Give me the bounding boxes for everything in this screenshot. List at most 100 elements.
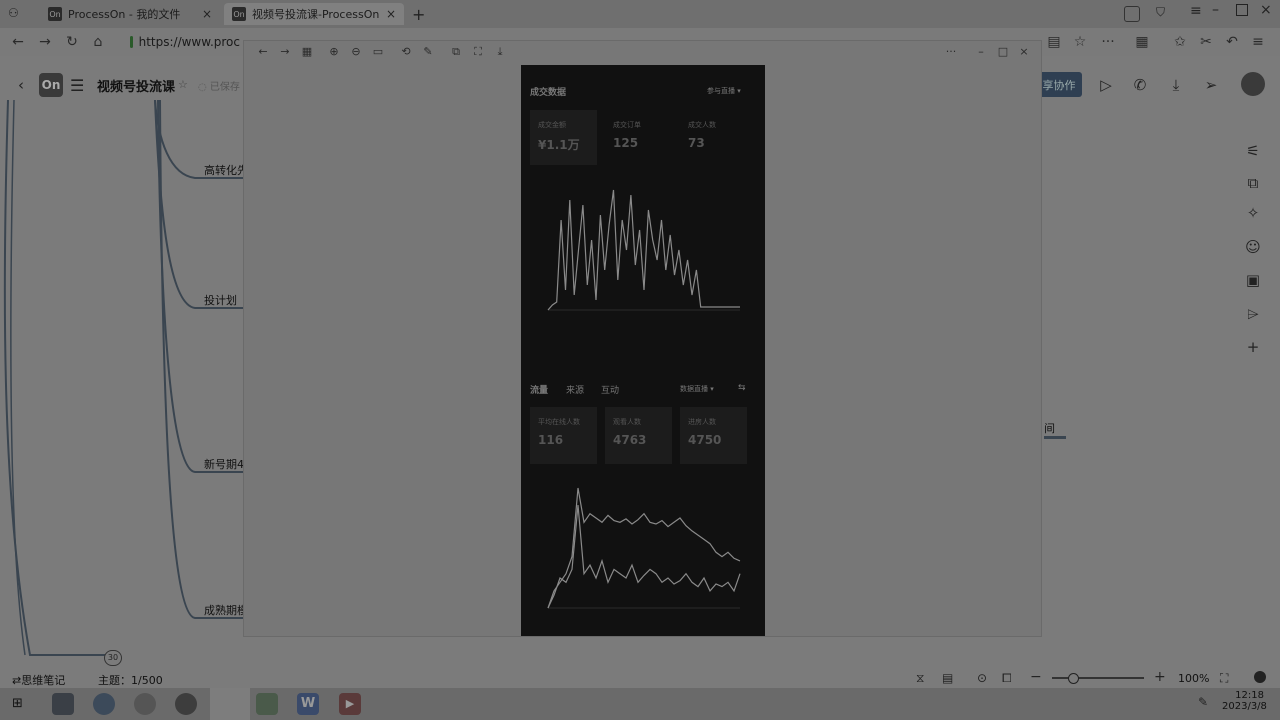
window-close-icon[interactable]: × <box>1260 2 1272 18</box>
zoom-out-button[interactable]: − <box>1030 669 1042 685</box>
tab-my-files[interactable]: On ProcessOn - 我的文件 × <box>40 3 220 25</box>
tab-traffic[interactable]: 流量 <box>530 383 548 396</box>
more-icon[interactable]: ··· <box>1100 34 1116 50</box>
taskbar-active-app[interactable] <box>210 688 250 720</box>
url-text: https://www.proc <box>138 35 240 49</box>
tag-icon[interactable]: ⌲ <box>1244 305 1262 323</box>
tab-interaction[interactable]: 互动 <box>601 383 619 396</box>
back-icon[interactable]: ← <box>10 34 26 50</box>
avatar[interactable] <box>1241 72 1265 96</box>
star-icon[interactable]: ☆ <box>178 78 188 91</box>
favorites-icon[interactable]: ✩ <box>1172 34 1188 50</box>
tab-current-doc[interactable]: On 视频号投流课-ProcessOn × <box>224 3 404 25</box>
apps-icon[interactable]: ▦ <box>1134 34 1150 50</box>
viewer-back-icon[interactable]: ← <box>256 45 270 59</box>
browser-menu-icon[interactable]: ≡ <box>1250 34 1266 50</box>
play-icon[interactable]: ▷ <box>1097 76 1115 94</box>
taskbar-app-icon[interactable] <box>256 693 278 715</box>
magic-icon[interactable]: ✧ <box>1244 204 1262 222</box>
collapsed-count-badge[interactable]: 30 <box>104 650 122 666</box>
collaborate-button[interactable]: 享协作 <box>1036 72 1082 97</box>
layout-icon[interactable]: ▤ <box>942 671 953 685</box>
shield-icon[interactable]: ⛉ <box>1156 5 1165 20</box>
mindmap-node[interactable]: 投计划 <box>204 292 237 308</box>
edit-icon[interactable]: ✎ <box>421 45 435 59</box>
traffic-filter[interactable]: 数据直播 ▾ <box>680 384 714 394</box>
bookmark-star-icon[interactable]: ☆ <box>1072 34 1088 50</box>
viewer-forward-icon[interactable]: → <box>278 45 292 59</box>
zoom-slider[interactable] <box>1052 677 1144 679</box>
stat-card: 平均在线人数 116 <box>530 407 597 464</box>
forward-icon[interactable]: → <box>37 34 53 50</box>
video-player-icon[interactable]: ▶ <box>339 693 361 715</box>
mode-switch[interactable]: ⇄思维笔记 <box>12 672 65 688</box>
hamburger-icon[interactable]: ☰ <box>70 76 84 95</box>
style-icon[interactable]: ⚟ <box>1244 142 1262 160</box>
save-icon[interactable]: ⤓ <box>493 45 507 59</box>
pen-icon[interactable]: ✎ <box>1198 695 1208 709</box>
taskbar-browser-icon[interactable] <box>93 693 115 715</box>
deal-filter[interactable]: 参与直播 ▾ <box>707 86 741 96</box>
fullscreen-icon[interactable]: ⛶ <box>1220 671 1228 686</box>
taskbar-app-icon[interactable] <box>52 693 74 715</box>
document-title[interactable]: 视频号投流课 <box>97 76 175 95</box>
clipboard-icon[interactable]: ▤ <box>1046 34 1062 50</box>
window-minimize-icon[interactable]: – <box>1212 2 1219 18</box>
copy-icon[interactable]: ⧉ <box>449 45 463 59</box>
windows-start-icon[interactable]: ⊞ <box>12 696 28 712</box>
clock[interactable]: 12:18 2023/3/8 <box>1222 690 1267 712</box>
zoom-slider-handle[interactable] <box>1068 673 1079 684</box>
mindmap-node[interactable]: 高转化先 <box>204 162 248 178</box>
stat-card: 观看人数 4763 <box>605 407 672 464</box>
swap-icon[interactable]: ⇆ <box>738 383 746 393</box>
taskbar-app-icon[interactable] <box>134 693 156 715</box>
share-icon[interactable]: ➢ <box>1202 76 1220 94</box>
new-tab-button[interactable]: + <box>412 5 425 24</box>
viewer-close-icon[interactable]: × <box>1017 45 1031 59</box>
structure-icon[interactable]: ⧉ <box>1244 174 1262 192</box>
viewer-minimize-icon[interactable]: – <box>974 45 988 59</box>
processon-logo[interactable]: On <box>39 73 63 97</box>
tab-close-icon[interactable]: × <box>202 7 212 21</box>
url-field[interactable]: https://www.proc <box>130 32 240 52</box>
zoom-in-button[interactable]: + <box>1154 669 1166 685</box>
mindmap-node[interactable]: 成熟期模 <box>204 602 248 618</box>
viewer-more-icon[interactable]: ··· <box>944 45 958 59</box>
viewer-maximize-icon[interactable]: □ <box>996 45 1010 59</box>
emoji-icon[interactable]: ☺ <box>1244 238 1262 256</box>
tab-title: 视频号投流课-ProcessOn <box>252 8 380 21</box>
reload-icon[interactable]: ↻ <box>64 34 80 50</box>
phone-icon[interactable]: ✆ <box>1131 76 1149 94</box>
fit-icon[interactable]: ▭ <box>371 45 385 59</box>
zoom-out-icon[interactable]: ⊖ <box>349 45 363 59</box>
tab-close-icon[interactable]: × <box>386 7 396 21</box>
undo-icon[interactable]: ↶ <box>1224 34 1240 50</box>
menu-icon[interactable]: ≡ <box>1190 3 1202 19</box>
tab-title: ProcessOn - 我的文件 <box>68 8 181 21</box>
mindmap-node-fragment[interactable]: 间 <box>1044 420 1066 439</box>
thumbnails-icon[interactable]: ▦ <box>300 45 314 59</box>
home-icon[interactable]: ⌂ <box>90 34 106 50</box>
crop-icon[interactable]: ⛶ <box>471 45 485 59</box>
taskbar-app-icon[interactable] <box>175 693 197 715</box>
stat-value: 73 <box>688 136 705 150</box>
tab-source[interactable]: 来源 <box>566 383 584 396</box>
app-back-icon[interactable]: ‹ <box>18 76 24 94</box>
locate-icon[interactable]: ⊙ <box>977 671 987 685</box>
rotate-icon[interactable]: ⟲ <box>399 45 413 59</box>
add-icon[interactable]: + <box>1244 338 1262 356</box>
image-icon[interactable]: ▣ <box>1244 271 1262 289</box>
map-icon[interactable]: ⧠ <box>1002 671 1012 686</box>
browser-profile-icon[interactable]: ⚇ <box>8 6 24 22</box>
window-maximize-icon[interactable] <box>1236 4 1248 16</box>
cut-icon[interactable]: ✂ <box>1198 34 1214 50</box>
secure-icon <box>130 36 133 48</box>
word-icon[interactable]: W <box>297 693 319 715</box>
history-icon[interactable]: ⧖ <box>916 671 924 686</box>
save-status: ◌ 已保存 <box>198 78 240 93</box>
download-icon[interactable]: ⤓ <box>1167 76 1185 94</box>
zoom-in-icon[interactable]: ⊕ <box>327 45 341 59</box>
help-icon[interactable] <box>1254 671 1266 683</box>
extension-icon[interactable] <box>1124 6 1140 22</box>
mindmap-node[interactable]: 新号期4 <box>204 456 244 472</box>
